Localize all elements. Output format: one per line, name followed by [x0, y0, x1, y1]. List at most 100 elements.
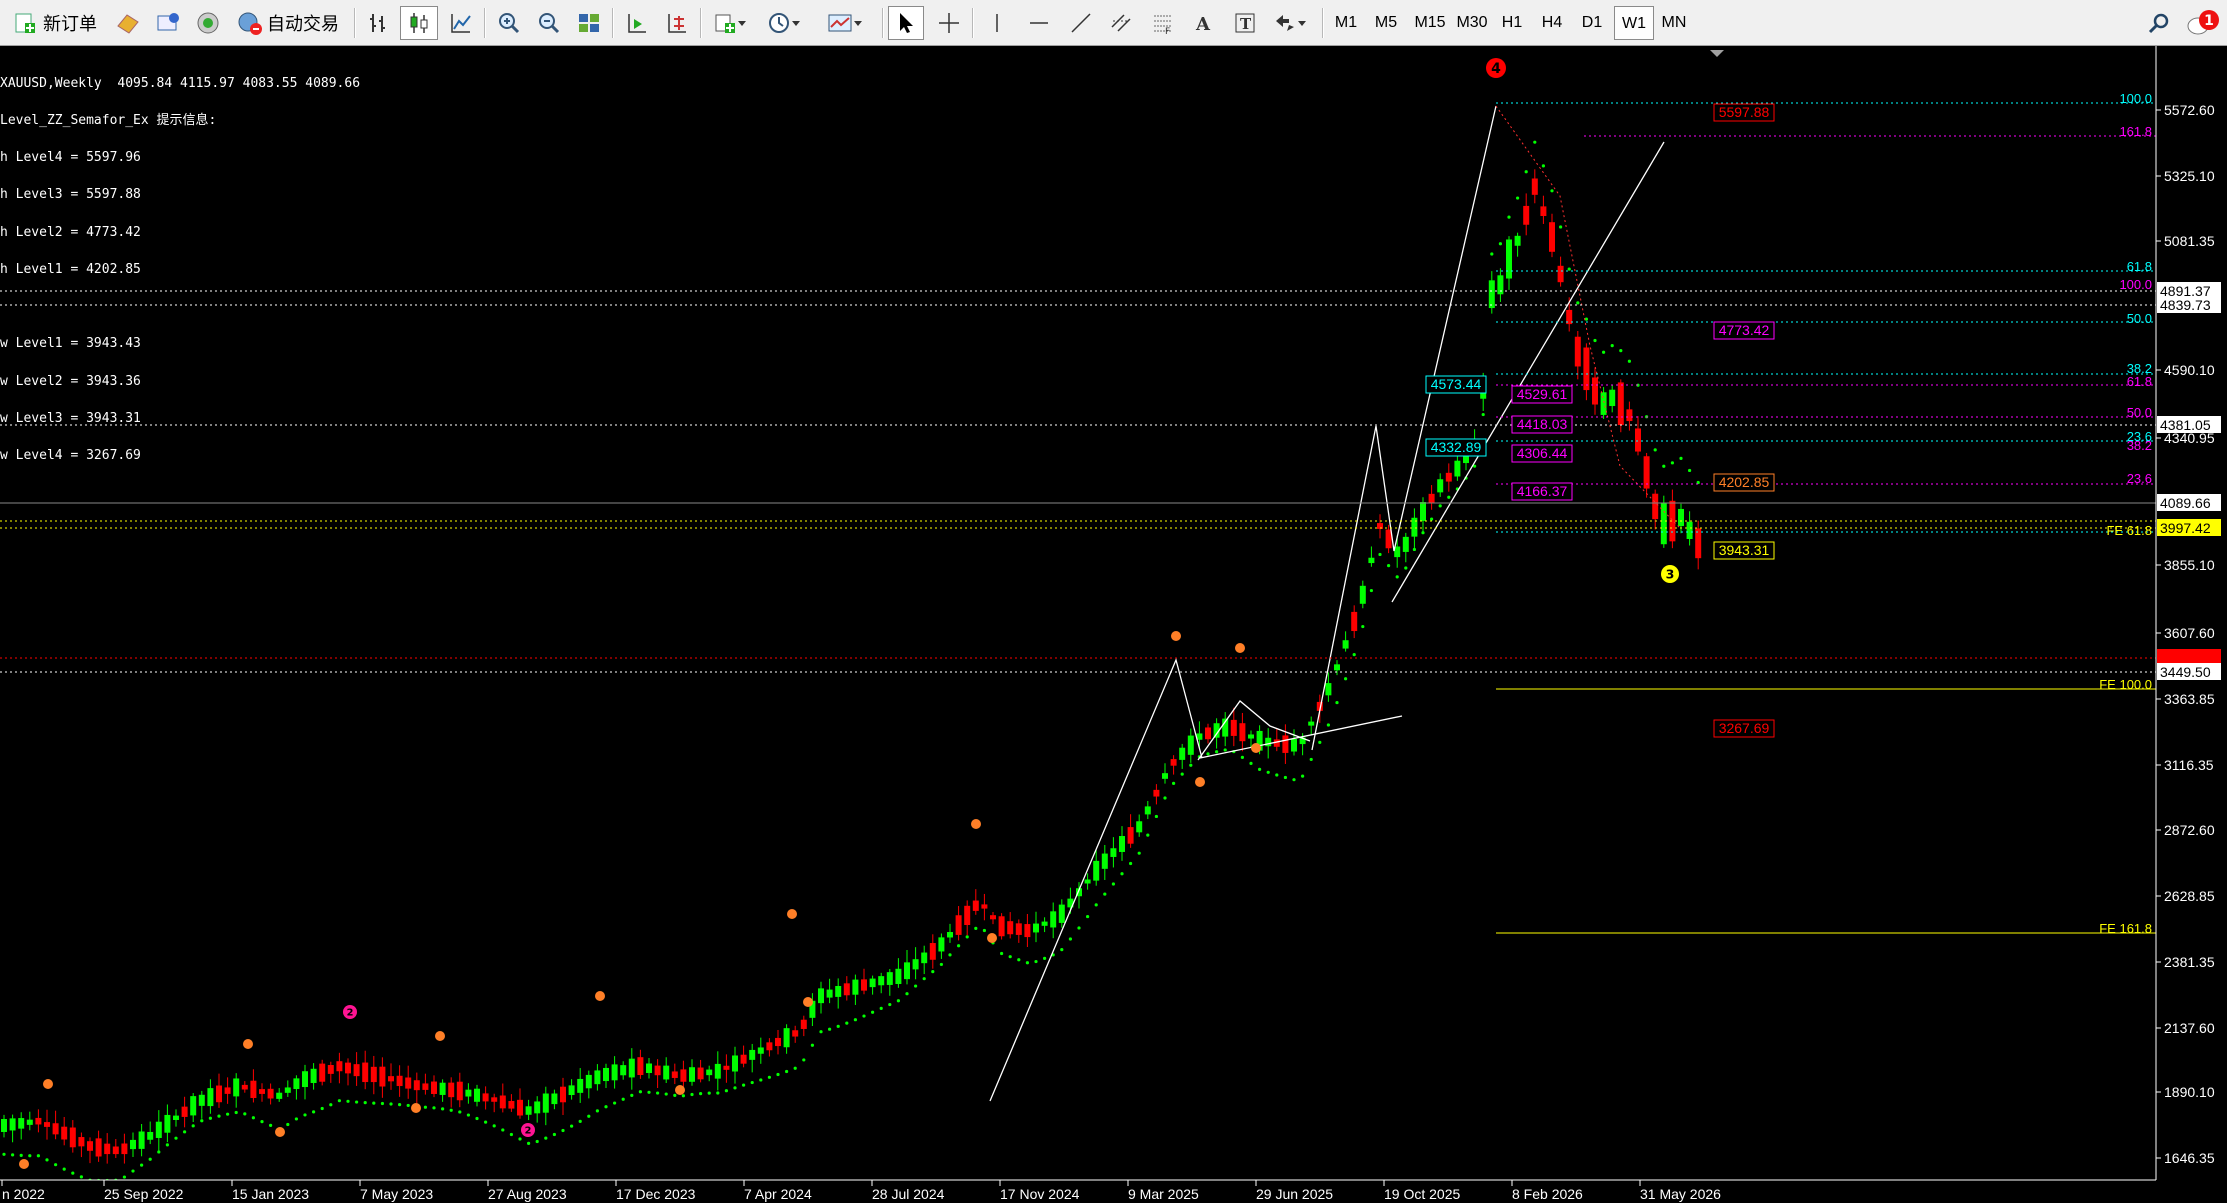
chart-shift-button[interactable] [618, 6, 656, 40]
indicators-icon [715, 14, 735, 33]
candle [1144, 806, 1151, 815]
candle [198, 1094, 205, 1106]
candle [1058, 904, 1065, 923]
candle [1686, 521, 1693, 540]
market-watch-button[interactable] [148, 6, 188, 40]
bar-chart-button[interactable] [360, 6, 398, 40]
new-order-button[interactable]: 新订单 [6, 6, 104, 40]
time-tick-label: 29 Jun 2025 [1256, 1186, 1333, 1202]
timeframe-w1[interactable]: W1 [1614, 6, 1654, 40]
timeframe-m1[interactable]: M1 [1326, 6, 1366, 40]
level-price-label: 4773.42 [1719, 322, 1770, 338]
vertical-line-button[interactable] [978, 6, 1016, 40]
candlestick-chart-button[interactable] [400, 6, 438, 40]
auto-scroll-button[interactable] [658, 6, 696, 40]
level-price-label: 5597.88 [1719, 104, 1770, 120]
candle [620, 1065, 627, 1076]
timeframe-d1[interactable]: D1 [1572, 6, 1612, 40]
candle [1093, 860, 1100, 881]
candle [1454, 460, 1461, 477]
arrows-button[interactable] [1266, 6, 1314, 40]
zoom-out-button[interactable] [530, 6, 568, 40]
candle [912, 959, 919, 970]
level-price-label: 4418.03 [1517, 416, 1568, 432]
candle [525, 1106, 532, 1115]
templates-button[interactable] [820, 6, 870, 40]
price-tag-label: 4089.66 [2160, 495, 2211, 511]
timeframe-h4[interactable]: H4 [1532, 6, 1572, 40]
fib-label: 38.2 [2127, 438, 2152, 453]
line-chart-button[interactable] [442, 6, 480, 40]
fib-label: 61.8 [2127, 259, 2152, 274]
clock-icon [769, 13, 789, 33]
fib-label: FE 161.8 [2099, 921, 2152, 936]
fib-label: 50.0 [2127, 405, 2152, 420]
candle [130, 1139, 136, 1150]
candle [284, 1087, 291, 1093]
crosshair-tool-button[interactable] [930, 6, 968, 40]
candle [706, 1069, 713, 1076]
candle [1609, 389, 1616, 407]
auto-scroll-icon [668, 14, 686, 33]
svg-text:F: F [1165, 27, 1170, 35]
timeframe-h1[interactable]: H1 [1492, 6, 1532, 40]
time-tick-label: n 2022 [2, 1186, 45, 1202]
candle [1265, 737, 1272, 747]
candle [1127, 827, 1134, 844]
zoom-in-icon [499, 13, 520, 34]
time-axis[interactable]: n 2022 25 Sep 2022 15 Jan 2023 7 May 2023 27… [0, 1179, 2156, 1202]
navigator-button[interactable] [188, 6, 228, 40]
time-tick-label: 27 Aug 2023 [488, 1186, 567, 1202]
text-label-button[interactable]: T [1226, 6, 1264, 40]
timeframe-m5[interactable]: M5 [1366, 6, 1406, 40]
candle [1187, 735, 1194, 755]
timeframe-m15[interactable]: M15 [1408, 6, 1452, 40]
semafor-marker-small [595, 991, 605, 1001]
candle [69, 1127, 76, 1148]
level-price-label: 4529.61 [1517, 386, 1568, 402]
search-button[interactable] [2140, 6, 2178, 40]
candle [929, 943, 936, 960]
timeframe-mn[interactable]: MN [1654, 6, 1694, 40]
trendline-button[interactable] [1062, 6, 1100, 40]
zoom-in-button[interactable] [490, 6, 528, 40]
horizontal-line-button[interactable] [1020, 6, 1058, 40]
cursor-tool-button[interactable] [888, 6, 924, 40]
chevron-down-icon [738, 21, 746, 26]
candle [241, 1084, 248, 1090]
trendlines[interactable] [989, 105, 1681, 1102]
candle [947, 932, 953, 938]
tile-windows-button[interactable] [570, 6, 608, 40]
low-level-2: w Level2 = 3943.36 [0, 373, 141, 389]
candle [732, 1055, 738, 1072]
price-axis[interactable]: 5572.605325.105081.354590.104340.953855.… [2155, 46, 2227, 1203]
fibonacci-icon: F [1154, 15, 1172, 35]
fib-label: 100.0 [2119, 277, 2152, 292]
equidistant-channel-button[interactable] [1102, 6, 1140, 40]
candle [474, 1088, 480, 1102]
periods-button[interactable] [760, 6, 808, 40]
price-tag-label: 4839.73 [2160, 297, 2211, 313]
trendline[interactable] [1311, 105, 1497, 751]
semafor-marker-small [43, 1079, 53, 1089]
timeframe-m30[interactable]: M30 [1450, 6, 1494, 40]
candle [1230, 719, 1237, 736]
fibonacci-button[interactable]: F [1144, 6, 1182, 40]
auto-trading-button[interactable]: 自动交易 [230, 6, 346, 40]
indicators-button[interactable] [706, 6, 754, 40]
zoom-out-icon [539, 13, 560, 34]
notifications-button[interactable]: 1 [2180, 6, 2227, 40]
tile-windows-icon [579, 14, 599, 32]
price-tick-label: 5325.10 [2164, 168, 2215, 184]
candle [637, 1057, 644, 1076]
candle [1153, 789, 1160, 797]
level-price-label: 4166.37 [1517, 483, 1568, 499]
candle [1488, 280, 1495, 309]
time-tick-label: 17 Nov 2024 [1000, 1186, 1080, 1202]
meta-editor-button[interactable] [108, 6, 148, 40]
candle [190, 1096, 197, 1116]
semafor-marker-small [243, 1039, 253, 1049]
chart-shift-marker[interactable] [1710, 50, 1724, 57]
candle [1540, 206, 1547, 217]
text-tool-button[interactable]: A [1186, 6, 1220, 40]
